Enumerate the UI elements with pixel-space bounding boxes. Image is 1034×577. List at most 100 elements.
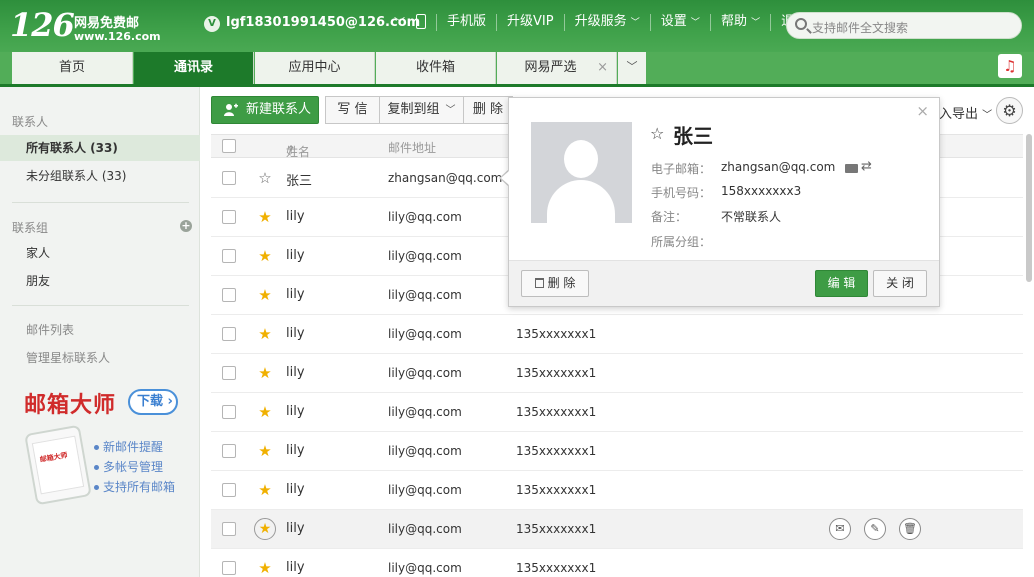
sidebar-item-mail-list[interactable]: 邮件列表: [0, 317, 200, 343]
star-icon[interactable]: ☆: [650, 124, 664, 143]
cell-name[interactable]: lily: [286, 560, 305, 575]
nav-mobile[interactable]: 手机版: [436, 14, 496, 31]
cell-email[interactable]: lily@qq.com: [388, 522, 462, 536]
write-mail-button[interactable]: 写 信: [325, 96, 380, 124]
tab-more-button[interactable]: ﹀: [618, 52, 646, 84]
row-checkbox[interactable]: [222, 366, 236, 380]
card-edit-button[interactable]: 编 辑: [815, 270, 868, 297]
tab-home[interactable]: 首页: [12, 52, 133, 84]
search-input[interactable]: 支持邮件全文搜索: [812, 19, 908, 36]
cell-email[interactable]: lily@qq.com: [388, 249, 462, 263]
cell-name[interactable]: lily: [286, 404, 305, 419]
new-contact-button[interactable]: 新建联系人: [211, 96, 319, 124]
table-row[interactable]: ★ lily lily@qq.com 135xxxxxxx1: [211, 432, 1023, 471]
cell-email[interactable]: lily@qq.com: [388, 444, 462, 458]
row-checkbox[interactable]: [222, 561, 236, 575]
cell-email[interactable]: lily@qq.com: [388, 210, 462, 224]
nav-upgrade-vip[interactable]: 升级VIP: [496, 14, 564, 31]
email-value[interactable]: zhangsan@qq.com: [721, 160, 835, 174]
add-group-icon[interactable]: +: [180, 220, 192, 232]
star-icon[interactable]: ☆: [257, 170, 273, 186]
close-icon[interactable]: ×: [597, 52, 608, 84]
trash-icon[interactable]: 🗑: [899, 518, 921, 540]
chevron-down-icon[interactable]: ﹀: [394, 14, 405, 30]
row-checkbox[interactable]: [222, 405, 236, 419]
row-checkbox[interactable]: [222, 522, 236, 536]
select-all-checkbox[interactable]: [222, 139, 236, 153]
nav-help[interactable]: 帮助 ﹀: [709, 14, 770, 31]
star-icon[interactable]: ★: [257, 560, 273, 576]
star-icon[interactable]: ★: [257, 482, 273, 498]
close-icon[interactable]: ×: [916, 102, 929, 120]
cell-email[interactable]: lily@qq.com: [388, 327, 462, 341]
music-icon[interactable]: ♫: [998, 54, 1022, 78]
cell-email[interactable]: lily@qq.com: [388, 405, 462, 419]
tab-contacts[interactable]: 通讯录: [134, 52, 254, 84]
search-box[interactable]: 支持邮件全文搜索: [786, 12, 1022, 39]
avatar-head: [564, 140, 598, 178]
row-checkbox[interactable]: [222, 171, 236, 185]
cell-name[interactable]: 张三: [286, 170, 312, 189]
nav-upgrade-service[interactable]: 升级服务 ﹀: [563, 14, 650, 31]
cell-name[interactable]: lily: [286, 521, 305, 536]
cell-email[interactable]: lily@qq.com: [388, 483, 462, 497]
import-export-button[interactable]: 入导出 ﹀: [939, 103, 992, 122]
cell-name[interactable]: lily: [286, 326, 305, 341]
nav-settings[interactable]: 设置 ﹀: [649, 14, 710, 31]
row-checkbox[interactable]: [222, 327, 236, 341]
table-row[interactable]: ★ lily lily@qq.com 135xxxxxxx1: [211, 354, 1023, 393]
copy-to-group-button[interactable]: 复制到组 ﹀: [379, 96, 464, 124]
star-icon[interactable]: ★: [254, 518, 276, 540]
row-checkbox[interactable]: [222, 249, 236, 263]
mail-icon[interactable]: ✉: [829, 518, 851, 540]
note-label: 备注：: [651, 210, 688, 224]
delete-button[interactable]: 删 除: [463, 96, 513, 124]
user-email[interactable]: lgf18301991450@126.com: [226, 15, 420, 30]
row-checkbox[interactable]: [222, 444, 236, 458]
sidebar-item-family[interactable]: 家人: [0, 240, 200, 266]
cell-name[interactable]: lily: [286, 209, 305, 224]
promo-download-button[interactable]: 下载 ›: [128, 389, 178, 415]
edit-icon[interactable]: ✎: [864, 518, 886, 540]
gear-icon[interactable]: ⚙: [996, 97, 1023, 124]
star-icon[interactable]: ★: [257, 248, 273, 264]
star-icon[interactable]: ★: [257, 404, 273, 420]
cell-name[interactable]: lily: [286, 248, 305, 263]
card-close-button[interactable]: 关 闭: [873, 270, 927, 297]
row-checkbox[interactable]: [222, 483, 236, 497]
card-delete-button[interactable]: 删 除: [521, 270, 589, 297]
row-checkbox[interactable]: [222, 288, 236, 302]
sidebar-item-all-contacts[interactable]: 所有联系人 (33): [0, 135, 200, 161]
mail-icon[interactable]: [845, 164, 858, 173]
tab-inbox[interactable]: 收件箱: [376, 52, 496, 84]
cell-email[interactable]: lily@qq.com: [388, 561, 462, 575]
table-row[interactable]: ★ lily lily@qq.com 135xxxxxxx1: [211, 549, 1023, 577]
table-row[interactable]: ★ lily lily@qq.com 135xxxxxxx1 ✉ ✎ 🗑: [211, 510, 1023, 549]
cell-email[interactable]: lily@qq.com: [388, 288, 462, 302]
sidebar-item-manage-starred[interactable]: 管理星标联系人: [0, 345, 200, 371]
table-row[interactable]: ★ lily lily@qq.com 135xxxxxxx1: [211, 471, 1023, 510]
star-icon[interactable]: ★: [257, 326, 273, 342]
cell-email[interactable]: zhangsan@qq.com: [388, 171, 502, 185]
star-icon[interactable]: ★: [257, 443, 273, 459]
phone-icon[interactable]: [416, 14, 426, 29]
tab-app-center[interactable]: 应用中心: [255, 52, 375, 84]
cell-email[interactable]: lily@qq.com: [388, 366, 462, 380]
table-row[interactable]: ★ lily lily@qq.com 135xxxxxxx1: [211, 315, 1023, 354]
promo-title[interactable]: 邮箱大师: [24, 387, 116, 419]
sidebar-item-friends[interactable]: 朋友: [0, 268, 200, 294]
tab-yanxuan[interactable]: 网易严选 ×: [497, 52, 617, 84]
cell-name[interactable]: lily: [286, 443, 305, 458]
sidebar-item-ungrouped[interactable]: 未分组联系人 (33): [0, 163, 200, 189]
cell-name[interactable]: lily: [286, 287, 305, 302]
star-icon[interactable]: ★: [257, 287, 273, 303]
swap-icon[interactable]: ⇄: [861, 159, 872, 174]
scrollbar-thumb[interactable]: [1026, 134, 1032, 282]
cell-name[interactable]: lily: [286, 482, 305, 497]
cell-name[interactable]: lily: [286, 365, 305, 380]
search-icon[interactable]: [795, 18, 807, 30]
table-row[interactable]: ★ lily lily@qq.com 135xxxxxxx1: [211, 393, 1023, 432]
row-checkbox[interactable]: [222, 210, 236, 224]
star-icon[interactable]: ★: [257, 209, 273, 225]
star-icon[interactable]: ★: [257, 365, 273, 381]
